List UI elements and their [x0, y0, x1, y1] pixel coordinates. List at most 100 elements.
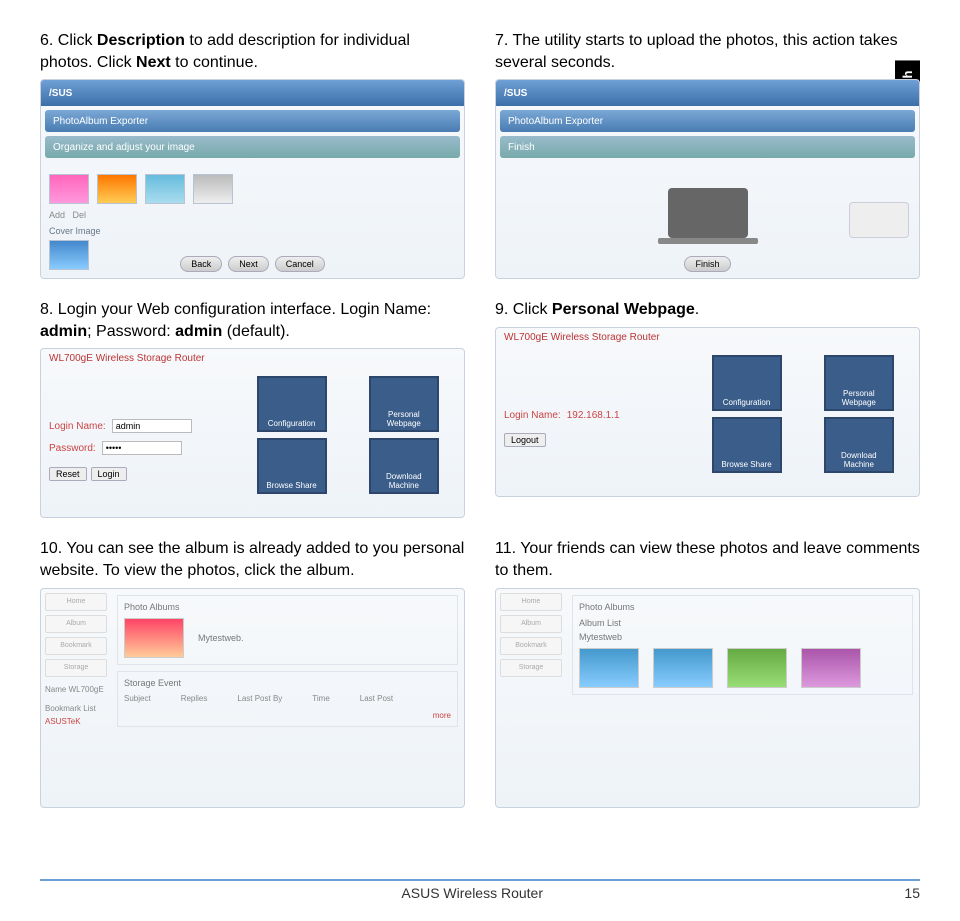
screenshot-album-detail: Home Album Bookmark Storage Photo Albums… [495, 588, 920, 808]
cfg-body: Login Name: Password: Reset Login [41, 368, 464, 518]
logout-panel: Login Name: 192.168.1.1 Logout [496, 347, 686, 497]
step-9-text: 9. Click Personal Webpage. [495, 299, 920, 321]
album-thumb[interactable] [124, 618, 184, 658]
side-btn[interactable]: Home [45, 593, 107, 611]
password-input[interactable] [102, 441, 182, 455]
label: Login Name: [504, 410, 561, 421]
tile-browse-share[interactable]: Browse Share [712, 417, 782, 473]
photo-thumb[interactable] [97, 174, 137, 204]
side-btn[interactable]: Home [500, 593, 562, 611]
col: Subject [124, 694, 151, 703]
step-7-text: 7. The utility starts to upload the phot… [495, 30, 920, 73]
photo-thumb[interactable] [653, 648, 713, 688]
screenshot-config-login: WL700gE Wireless Storage Router Login Na… [40, 348, 465, 518]
step-num: 9. [495, 301, 508, 318]
footer-title: ASUS Wireless Router [401, 885, 543, 901]
col: Last Post By [237, 694, 282, 703]
side-btn[interactable]: Storage [500, 659, 562, 677]
album-sidebar: Home Album Bookmark Storage [496, 589, 566, 807]
thumb-row [49, 174, 456, 204]
footer-rule [40, 879, 920, 881]
step-8: 8. Login your Web configuration interfac… [40, 299, 465, 518]
password-field: Password: [49, 441, 223, 455]
side-btn[interactable]: Bookmark [500, 637, 562, 655]
step-10-text: 10. You can see the album is already add… [40, 538, 465, 581]
bookmark-label: Bookmark List [45, 704, 107, 713]
wizard-buttons: Finish [496, 256, 919, 272]
bold: Personal Webpage [552, 301, 695, 318]
reset-button[interactable]: Reset [49, 467, 87, 481]
wizard-buttons: Back Next Cancel [41, 256, 464, 272]
tile-configuration[interactable]: Configuration [257, 376, 327, 432]
login-button[interactable]: Login [91, 467, 127, 481]
storage-header: Storage Event [124, 678, 451, 688]
cfg-body: Login Name: 192.168.1.1 Logout Configura… [496, 347, 919, 497]
bold: Next [136, 54, 171, 71]
next-button[interactable]: Next [228, 256, 269, 272]
tile-download-machine[interactable]: Download Machine [369, 438, 439, 494]
txt: You can see the album is already added t… [40, 540, 464, 579]
router-icon [849, 202, 909, 238]
screenshot-exporter-organize: /SUS PhotoAlbum Exporter Organize and ad… [40, 79, 465, 279]
tile-personal-webpage[interactable]: Personal Webpage [824, 355, 894, 411]
photos-row [579, 648, 906, 688]
cfg-title: WL700gE Wireless Storage Router [49, 353, 456, 364]
cancel-button[interactable]: Cancel [275, 256, 325, 272]
photo-thumb[interactable] [49, 174, 89, 204]
step-8-text: 8. Login your Web configuration interfac… [40, 299, 465, 342]
row-3: 10. You can see the album is already add… [40, 538, 920, 807]
tile-download-machine[interactable]: Download Machine [824, 417, 894, 473]
del-label[interactable]: Del [73, 210, 87, 220]
bookmark-item[interactable]: ASUSTeK [45, 717, 107, 726]
login-name-input[interactable] [112, 419, 192, 433]
tile-personal-webpage[interactable]: Personal Webpage [369, 376, 439, 432]
bold: admin [40, 323, 87, 340]
photo-albums-box: Photo Albums Album List Mytestweb [572, 595, 913, 695]
album-sidebar: Home Album Bookmark Storage Name WL700gE… [41, 589, 111, 807]
bold: Description [97, 32, 185, 49]
back-button[interactable]: Back [180, 256, 222, 272]
storage-columns: Subject Replies Last Post By Time Last P… [124, 694, 451, 703]
side-btn[interactable]: Album [45, 615, 107, 633]
add-label[interactable]: Add [49, 210, 65, 220]
label: Login Name: [49, 421, 106, 432]
ip-value: 192.168.1.1 [567, 410, 620, 421]
photo-thumb[interactable] [727, 648, 787, 688]
row-2: 8. Login your Web configuration interfac… [40, 299, 920, 518]
login-panel: Login Name: Password: Reset Login [41, 368, 231, 518]
screenshot-album-overview: Home Album Bookmark Storage Name WL700gE… [40, 588, 465, 808]
txt: ; Password: [87, 323, 175, 340]
login-buttons: Reset Login [49, 467, 223, 481]
album-main: Photo Albums Album List Mytestweb [566, 589, 919, 807]
app-banner: PhotoAlbum Exporter [45, 110, 460, 132]
finish-button[interactable]: Finish [684, 256, 730, 272]
side-btn[interactable]: Album [500, 615, 562, 633]
step-7: 7. The utility starts to upload the phot… [495, 30, 920, 279]
photo-thumb[interactable] [193, 174, 233, 204]
txt: Your friends can view these photos and l… [495, 540, 920, 579]
more-link[interactable]: more [124, 711, 451, 720]
photo-thumb[interactable] [801, 648, 861, 688]
footer-row: ASUS Wireless Router 15 [40, 885, 920, 901]
albums-header: Photo Albums [579, 602, 906, 612]
photo-thumb[interactable] [579, 648, 639, 688]
section-title: Organize and adjust your image [53, 142, 195, 153]
page-footer: ASUS Wireless Router 15 [40, 879, 920, 901]
section-header: Finish [500, 136, 915, 158]
bold: admin [175, 323, 222, 340]
txt: . [695, 301, 699, 318]
step-num: 8. [40, 301, 53, 318]
txt: (default). [222, 323, 290, 340]
step-6-text: 6. Click Description to add description … [40, 30, 465, 73]
side-btn[interactable]: Storage [45, 659, 107, 677]
txt: Login your Web configuration interface. … [58, 301, 431, 318]
albums-header: Photo Albums [124, 602, 451, 612]
tile-configuration[interactable]: Configuration [712, 355, 782, 411]
app-banner: PhotoAlbum Exporter [500, 110, 915, 132]
step-6: 6. Click Description to add description … [40, 30, 465, 279]
photo-thumb[interactable] [145, 174, 185, 204]
side-btn[interactable]: Bookmark [45, 637, 107, 655]
tile-browse-share[interactable]: Browse Share [257, 438, 327, 494]
logout-button[interactable]: Logout [504, 433, 546, 447]
row-1: 6. Click Description to add description … [40, 30, 920, 279]
